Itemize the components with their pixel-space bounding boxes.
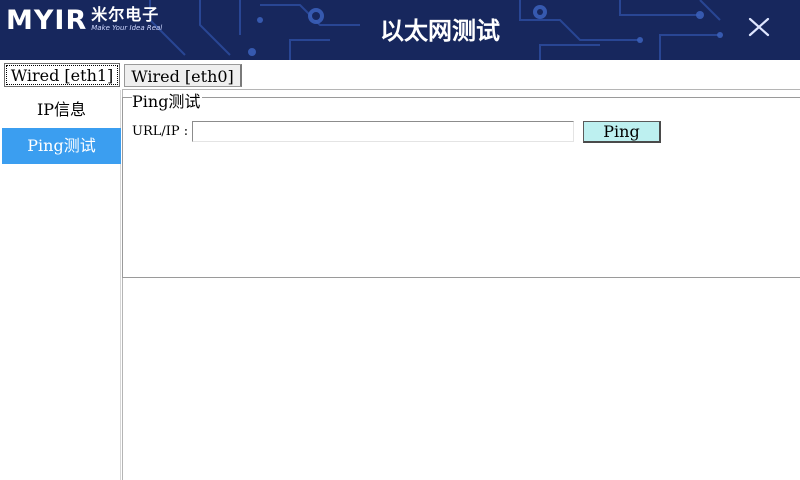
close-icon <box>748 17 770 37</box>
sidebar-item-ping-test[interactable]: Ping测试 <box>2 128 121 164</box>
page-title: 以太网测试 <box>380 17 500 45</box>
tab-wired-eth0[interactable]: Wired [eth0] <box>124 64 242 87</box>
url-ip-label: URL/IP : <box>132 124 189 139</box>
ping-group-title: Ping测试 <box>132 92 203 112</box>
close-button[interactable] <box>746 14 772 40</box>
url-ip-input[interactable] <box>192 121 574 142</box>
title-bar: MYIR 米尔电子 Make Your Idea Real 以太网测试 <box>0 0 800 60</box>
sidebar-item-ip-info[interactable]: IP信息 <box>2 92 121 128</box>
tab-wired-eth1[interactable]: Wired [eth1] <box>4 63 120 87</box>
ping-button[interactable]: Ping <box>583 121 661 143</box>
tab-bar <box>0 60 800 90</box>
sidebar: IP信息 Ping测试 <box>2 90 121 480</box>
